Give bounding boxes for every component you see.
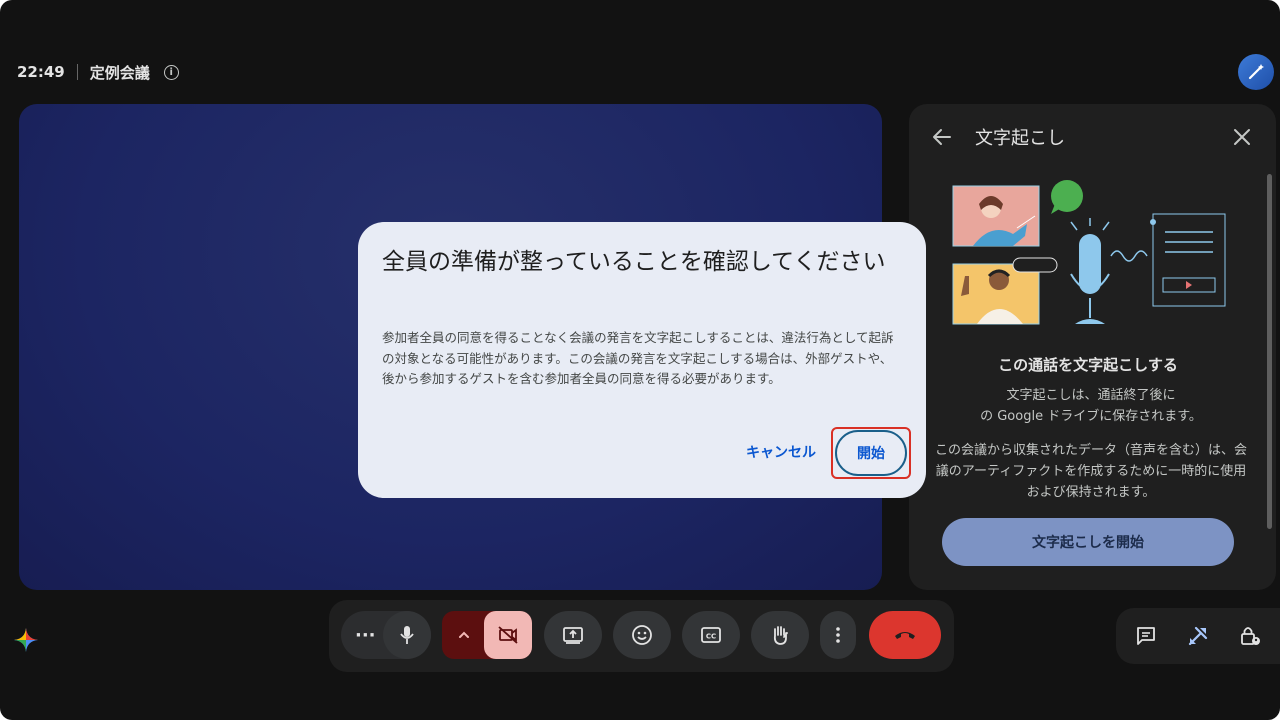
side-tools [1116,608,1280,664]
panel-header: 文字起こし [909,104,1276,168]
microphone-button[interactable] [383,611,431,659]
more-options-button[interactable] [820,611,856,659]
meet-window: 22:49 定例会議 i 文字起こし この通話を文字起こしする 文字起こしは、通… [0,0,1280,720]
chat-button[interactable] [1132,622,1160,650]
panel-description-data: この会議から収集されたデータ（音声を含む）は、会議のアーティファクトを作成するた… [934,443,1247,500]
chat-icon [1137,627,1155,645]
camera-options[interactable] [442,611,532,659]
panel-scrollbar[interactable] [1267,174,1272,529]
closed-caption-icon: CC [701,627,721,643]
clock-time: 22:49 [17,63,65,81]
sparkle-icon [14,628,38,652]
more-audio-options[interactable]: ··· [341,611,431,659]
panel-description-storage: 文字起こしは、通話終了後に の Google ドライブに保存されます。 [980,388,1202,424]
captions-button[interactable]: CC [682,611,740,659]
transcription-panel: 文字起こし この通話を文字起こしする 文字起こしは、通話終了後に の Googl… [909,104,1276,590]
host-controls-button[interactable] [1236,622,1264,650]
panel-heading: この通話を文字起こしする [998,356,1178,374]
magic-pen-icon [1248,64,1264,80]
raise-hand-button[interactable] [751,611,809,659]
consent-dialog: 全員の準備が整っていることを確認してください 参加者全員の同意を得ることなく会議… [358,222,926,498]
call-end-icon [895,632,915,639]
start-button[interactable]: 開始 [835,430,907,476]
lock-person-icon [1241,627,1260,645]
meeting-title: 定例会議 [89,63,150,82]
tools-icon [1188,626,1208,646]
emoji-icon [632,625,652,645]
present-screen-button[interactable] [544,611,602,659]
svg-text:CC: CC [706,633,716,641]
transcription-illustration [952,180,1226,325]
cancel-button[interactable]: キャンセル [736,432,826,472]
activities-button[interactable] [1184,622,1212,650]
start-transcription-button[interactable]: 文字起こしを開始 [942,518,1234,566]
meeting-controls: ··· CC [329,600,954,672]
gemini-notes-button[interactable] [1238,54,1274,90]
more-vert-icon [836,627,840,643]
more-horiz-icon: ··· [355,624,376,646]
reactions-button[interactable] [613,611,671,659]
microphone-icon [400,626,414,644]
back-arrow-icon[interactable] [929,124,955,150]
header-divider [76,64,78,80]
camera-off-button[interactable] [484,611,532,659]
leave-call-button[interactable] [869,611,941,659]
chevron-up-icon[interactable] [456,627,472,643]
gemini-icon[interactable] [10,624,42,656]
present-to-all-icon [563,627,583,644]
panel-title: 文字起こし [975,128,1065,149]
videocam-off-icon [498,626,518,644]
close-icon[interactable] [1229,124,1255,150]
dialog-body: 参加者全員の同意を得ることなく会議の発言を文字起こしすることは、違法行為として起… [382,330,894,386]
dialog-title: 全員の準備が整っていることを確認してください [382,249,886,275]
hand-icon [773,626,788,645]
info-icon[interactable]: i [163,64,179,80]
meeting-header: 22:49 定例会議 i [17,60,179,84]
